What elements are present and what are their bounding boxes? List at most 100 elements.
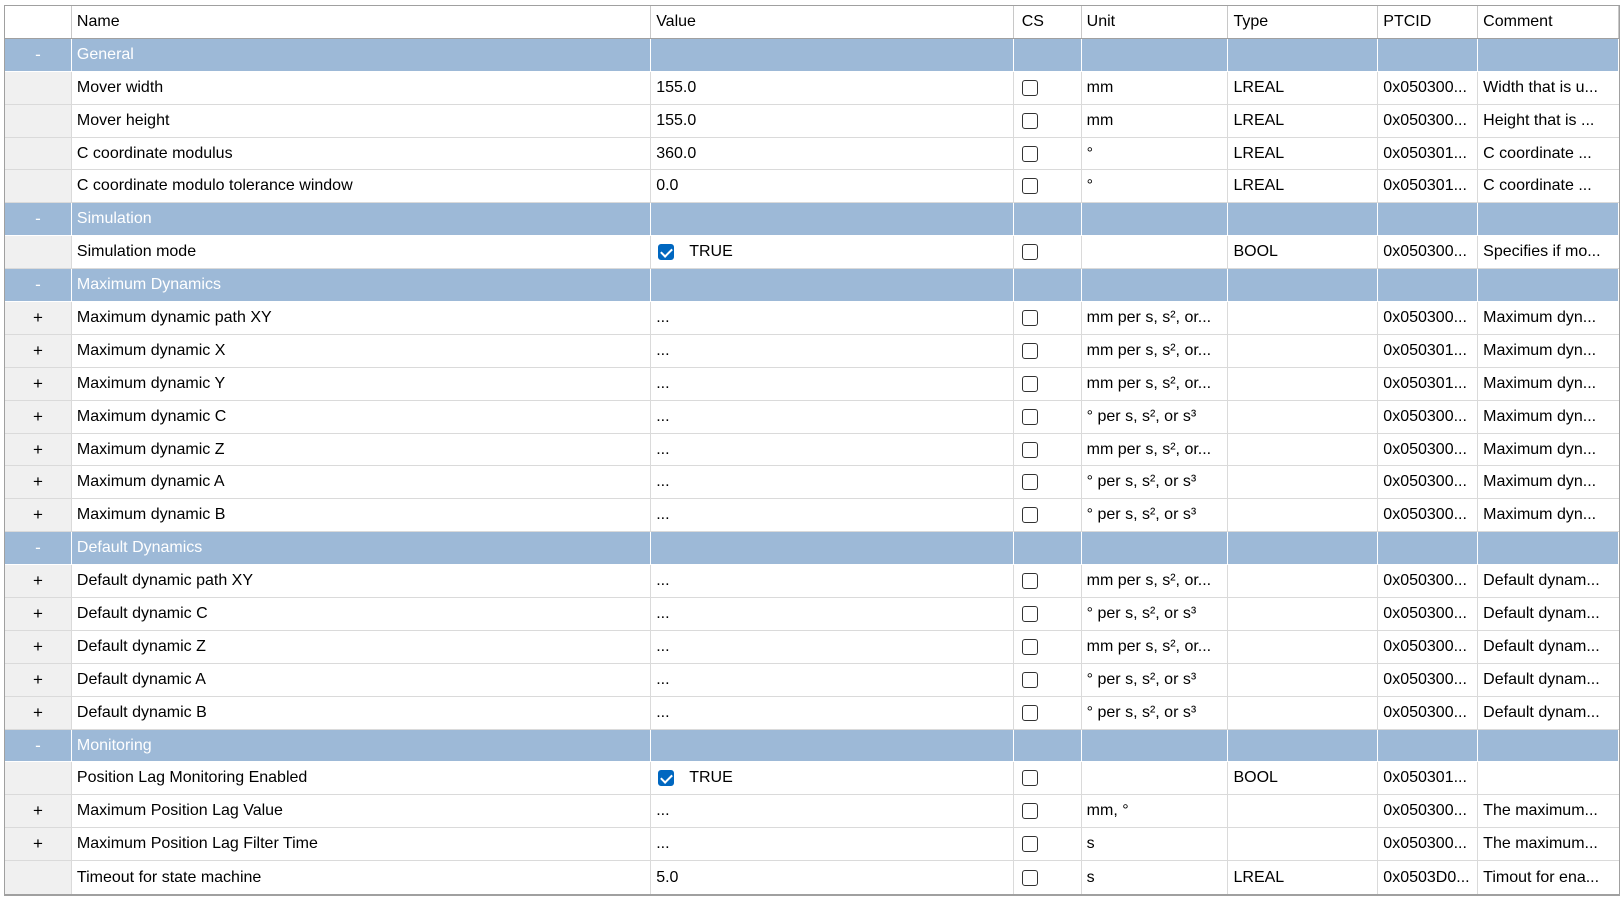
table-row[interactable]: + Maximum Position Lag Value... mm, ° 0x050… — [5, 795, 1619, 829]
collapse-toggle[interactable]: - — [5, 729, 72, 762]
param-value[interactable]: TRUE — [651, 762, 1014, 795]
table-row[interactable]: + Default dynamic B... ° per s, s², or s³ 0… — [5, 696, 1619, 730]
group-row[interactable]: - Maximum Dynamics — [5, 269, 1619, 303]
cs-checkbox[interactable] — [1021, 836, 1038, 853]
cs-checkbox[interactable] — [1021, 112, 1038, 129]
expand-toggle[interactable]: + — [5, 795, 72, 828]
table-row[interactable]: C coordinate modulus 360.0 ° LREAL 0x050301.… — [5, 137, 1619, 171]
expand-toggle[interactable]: + — [5, 598, 72, 630]
table-row[interactable]: + Maximum dynamic path XY... mm per s, s²,… — [5, 302, 1619, 335]
column-header-type[interactable]: Type — [1228, 6, 1379, 38]
cs-checkbox[interactable] — [1021, 507, 1038, 524]
table-row[interactable]: + Maximum dynamic A... ° per s, s², or s³ 0… — [5, 466, 1619, 500]
table-row[interactable]: Mover height 155.0 mm LREAL 0x050300... Heigh… — [5, 104, 1619, 138]
cs-checkbox[interactable] — [1021, 309, 1038, 326]
table-row[interactable]: + Default dynamic Z... mm per s, s², or...… — [5, 630, 1619, 664]
param-value[interactable]: ... — [651, 400, 1014, 433]
expand-toggle[interactable]: + — [5, 433, 72, 466]
param-value[interactable]: ... — [651, 302, 1014, 334]
param-value[interactable]: ... — [651, 663, 1014, 696]
param-value[interactable]: ... — [651, 598, 1014, 630]
param-value[interactable]: ... — [651, 828, 1014, 861]
expand-toggle[interactable]: + — [5, 565, 72, 598]
table-row[interactable]: Mover width 155.0 mm LREAL 0x050300... Width … — [5, 71, 1619, 105]
collapse-toggle[interactable]: - — [5, 532, 72, 565]
expand-toggle[interactable]: + — [5, 828, 72, 861]
expand-toggle[interactable]: + — [5, 466, 72, 499]
cs-checkbox[interactable] — [1021, 869, 1038, 886]
param-value[interactable]: ... — [651, 367, 1014, 400]
group-row[interactable]: - Simulation — [5, 203, 1619, 237]
column-header-name[interactable]: Name — [72, 6, 652, 38]
table-row[interactable]: + Maximum Position Lag Filter Time... s 0x0… — [5, 828, 1619, 862]
cs-checkbox[interactable] — [1021, 145, 1038, 162]
cs-checkbox[interactable] — [1021, 178, 1038, 195]
param-value[interactable]: 155.0 — [651, 71, 1014, 104]
table-row[interactable]: Position Lag Monitoring Enabled TRUE BOOL 0… — [5, 762, 1619, 796]
column-header-comment[interactable]: Comment — [1478, 6, 1619, 38]
param-value[interactable]: ... — [651, 466, 1014, 499]
table-row[interactable]: + Maximum dynamic C... ° per s, s², or s³ 0… — [5, 400, 1619, 434]
expand-toggle[interactable]: + — [5, 334, 72, 367]
collapse-toggle[interactable]: - — [5, 269, 72, 302]
param-value[interactable]: 0.0 — [651, 170, 1014, 203]
param-value[interactable]: ... — [651, 499, 1014, 532]
cs-checkbox[interactable] — [1021, 770, 1038, 787]
cs-checkbox[interactable] — [1021, 79, 1038, 96]
cs-checkbox[interactable] — [1021, 441, 1038, 458]
param-value[interactable]: ... — [651, 334, 1014, 367]
cs-checkbox[interactable] — [1021, 474, 1038, 491]
table-row[interactable]: + Default dynamic A... ° per s, s², or s³ 0… — [5, 663, 1619, 697]
table-row[interactable]: + Maximum dynamic X... mm per s, s², or...… — [5, 334, 1619, 368]
collapse-toggle[interactable]: - — [5, 38, 72, 71]
param-value[interactable]: TRUE — [651, 236, 1014, 269]
value-checkbox-group[interactable]: TRUE — [656, 243, 733, 261]
cs-checkbox[interactable] — [1021, 638, 1038, 655]
group-row[interactable]: - Monitoring — [5, 729, 1619, 763]
collapse-toggle[interactable]: - — [5, 203, 72, 236]
table-row[interactable]: + Maximum dynamic B... ° per s, s², or s³ 0… — [5, 499, 1619, 533]
column-header-ptcid[interactable]: PTCID — [1378, 6, 1479, 38]
column-header-cs[interactable]: CS — [1014, 6, 1082, 38]
expand-toggle[interactable]: + — [5, 499, 72, 532]
group-filler — [1478, 269, 1619, 302]
cs-checkbox[interactable] — [1021, 342, 1038, 359]
table-row[interactable]: C coordinate modulo tolerance window 0.0 °… — [5, 170, 1619, 204]
cs-checkbox[interactable] — [1021, 244, 1038, 261]
expand-toggle[interactable]: + — [5, 400, 72, 433]
param-value[interactable]: ... — [651, 433, 1014, 466]
group-row[interactable]: - General — [5, 38, 1619, 72]
cs-checkbox[interactable] — [1021, 573, 1038, 590]
param-value[interactable]: ... — [651, 565, 1014, 598]
table-row[interactable]: + Default dynamic C... ° per s, s², or s³ 0… — [5, 598, 1619, 631]
table-row[interactable]: Timeout for state machine 5.0 s LREAL 0x0503… — [5, 861, 1619, 895]
column-header-value[interactable]: Value — [651, 6, 1014, 38]
expand-toggle[interactable]: + — [5, 630, 72, 663]
value-checkbox[interactable] — [658, 770, 675, 787]
cs-checkbox[interactable] — [1021, 408, 1038, 425]
expand-toggle[interactable]: + — [5, 663, 72, 696]
param-value[interactable]: ... — [651, 795, 1014, 828]
value-checkbox-group[interactable]: TRUE — [656, 769, 733, 787]
column-header-expander[interactable] — [5, 6, 72, 38]
cs-checkbox[interactable] — [1021, 803, 1038, 820]
table-row[interactable]: + Maximum dynamic Y... mm per s, s², or...… — [5, 367, 1619, 401]
value-checkbox[interactable] — [658, 244, 675, 261]
param-value[interactable]: 155.0 — [651, 104, 1014, 137]
cs-checkbox[interactable] — [1021, 375, 1038, 392]
table-row[interactable]: + Maximum dynamic Z... mm per s, s², or...… — [5, 433, 1619, 467]
cs-checkbox[interactable] — [1021, 605, 1038, 622]
param-value[interactable]: ... — [651, 630, 1014, 663]
cs-checkbox[interactable] — [1021, 671, 1038, 688]
param-value[interactable]: 360.0 — [651, 137, 1014, 170]
expand-toggle[interactable]: + — [5, 367, 72, 400]
table-row[interactable]: Simulation mode TRUE BOOL 0x050300... Specif… — [5, 236, 1619, 270]
column-header-unit[interactable]: Unit — [1082, 6, 1229, 38]
cs-checkbox[interactable] — [1021, 704, 1038, 721]
param-value[interactable]: 5.0 — [651, 861, 1014, 895]
group-row[interactable]: - Default Dynamics — [5, 532, 1619, 566]
expand-toggle[interactable]: + — [5, 302, 72, 334]
table-row[interactable]: + Default dynamic path XY... mm per s, s²,… — [5, 565, 1619, 599]
expand-toggle[interactable]: + — [5, 696, 72, 729]
param-value[interactable]: ... — [651, 696, 1014, 729]
